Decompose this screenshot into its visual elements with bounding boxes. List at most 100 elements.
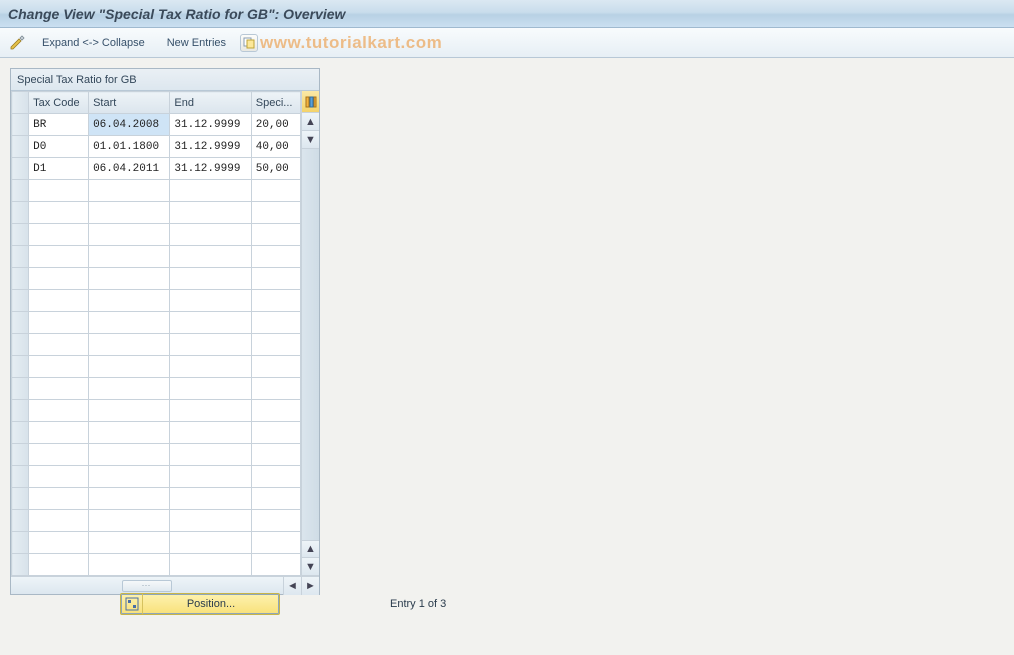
cell-end[interactable]: 31.12.9999 — [170, 114, 251, 136]
cell-start[interactable] — [89, 400, 170, 422]
cell-special[interactable] — [251, 268, 300, 290]
cell-special[interactable] — [251, 290, 300, 312]
cell-start[interactable] — [89, 422, 170, 444]
cell-special[interactable] — [251, 334, 300, 356]
cell-special[interactable] — [251, 466, 300, 488]
cell-start[interactable] — [89, 246, 170, 268]
col-header-tax-code[interactable]: Tax Code — [29, 92, 89, 114]
cell-end[interactable]: 31.12.9999 — [170, 158, 251, 180]
cell-start[interactable] — [89, 466, 170, 488]
cell-tax-code[interactable]: D0 — [29, 136, 89, 158]
cell-end[interactable] — [170, 180, 251, 202]
cell-start[interactable] — [89, 356, 170, 378]
row-selector[interactable] — [12, 554, 29, 576]
cell-tax-code[interactable] — [29, 356, 89, 378]
scroll-up-icon[interactable]: ▲ — [302, 113, 319, 131]
cell-end[interactable] — [170, 268, 251, 290]
cell-tax-code[interactable] — [29, 268, 89, 290]
cell-special[interactable] — [251, 422, 300, 444]
cell-end[interactable] — [170, 510, 251, 532]
cell-start[interactable] — [89, 532, 170, 554]
row-selector[interactable] — [12, 466, 29, 488]
row-selector[interactable] — [12, 400, 29, 422]
cell-tax-code[interactable]: D1 — [29, 158, 89, 180]
col-header-end[interactable]: End — [170, 92, 251, 114]
cell-end[interactable]: 31.12.9999 — [170, 136, 251, 158]
cell-end[interactable] — [170, 246, 251, 268]
cell-tax-code[interactable] — [29, 422, 89, 444]
scroll-track[interactable] — [302, 149, 319, 540]
row-selector[interactable] — [12, 224, 29, 246]
cell-special[interactable]: 50,00 — [251, 158, 300, 180]
cell-start[interactable] — [89, 444, 170, 466]
cell-start[interactable] — [89, 378, 170, 400]
cell-start[interactable] — [89, 180, 170, 202]
row-selector[interactable] — [12, 268, 29, 290]
cell-end[interactable] — [170, 224, 251, 246]
row-selector[interactable] — [12, 312, 29, 334]
cell-start[interactable] — [89, 290, 170, 312]
cell-special[interactable] — [251, 312, 300, 334]
row-selector[interactable] — [12, 334, 29, 356]
select-all-corner[interactable] — [12, 92, 29, 114]
cell-end[interactable] — [170, 312, 251, 334]
cell-start[interactable] — [89, 334, 170, 356]
row-selector[interactable] — [12, 422, 29, 444]
configure-columns-icon[interactable] — [302, 91, 319, 113]
cell-end[interactable] — [170, 488, 251, 510]
row-selector[interactable] — [12, 378, 29, 400]
cell-tax-code[interactable] — [29, 488, 89, 510]
cell-special[interactable] — [251, 444, 300, 466]
cell-special[interactable] — [251, 532, 300, 554]
cell-special[interactable] — [251, 224, 300, 246]
cell-end[interactable] — [170, 422, 251, 444]
cell-special[interactable] — [251, 202, 300, 224]
cell-special[interactable] — [251, 356, 300, 378]
row-selector[interactable] — [12, 290, 29, 312]
cell-tax-code[interactable] — [29, 334, 89, 356]
cell-special[interactable] — [251, 488, 300, 510]
cell-tax-code[interactable] — [29, 400, 89, 422]
cell-end[interactable] — [170, 400, 251, 422]
cell-tax-code[interactable] — [29, 202, 89, 224]
row-selector[interactable] — [12, 114, 29, 136]
row-selector[interactable] — [12, 158, 29, 180]
cell-special[interactable] — [251, 510, 300, 532]
cell-tax-code[interactable]: BR — [29, 114, 89, 136]
cell-start[interactable] — [89, 312, 170, 334]
cell-tax-code[interactable] — [29, 290, 89, 312]
cell-tax-code[interactable] — [29, 224, 89, 246]
change-mode-icon[interactable] — [8, 33, 28, 53]
cell-tax-code[interactable] — [29, 444, 89, 466]
cell-end[interactable] — [170, 334, 251, 356]
cell-start[interactable] — [89, 224, 170, 246]
cell-tax-code[interactable] — [29, 466, 89, 488]
scroll-up2-icon[interactable]: ▲ — [302, 540, 319, 558]
cell-end[interactable] — [170, 356, 251, 378]
cell-tax-code[interactable] — [29, 510, 89, 532]
row-selector[interactable] — [12, 488, 29, 510]
cell-special[interactable] — [251, 246, 300, 268]
cell-tax-code[interactable] — [29, 180, 89, 202]
row-selector[interactable] — [12, 136, 29, 158]
cell-tax-code[interactable] — [29, 246, 89, 268]
cell-special[interactable] — [251, 554, 300, 576]
cell-end[interactable] — [170, 290, 251, 312]
cell-end[interactable] — [170, 202, 251, 224]
cell-tax-code[interactable] — [29, 532, 89, 554]
cell-tax-code[interactable] — [29, 312, 89, 334]
scroll-down-icon[interactable]: ▼ — [302, 131, 319, 149]
position-button[interactable]: Position... — [120, 593, 280, 615]
scroll-down2-icon[interactable]: ▼ — [302, 558, 319, 576]
cell-start[interactable]: 06.04.2011 — [89, 158, 170, 180]
row-selector[interactable] — [12, 444, 29, 466]
cell-start[interactable] — [89, 202, 170, 224]
row-selector[interactable] — [12, 356, 29, 378]
cell-end[interactable] — [170, 466, 251, 488]
expand-collapse-button[interactable]: Expand <-> Collapse — [34, 32, 153, 54]
cell-special[interactable] — [251, 400, 300, 422]
scroll-right-icon[interactable]: ► — [301, 577, 319, 595]
cell-start[interactable] — [89, 488, 170, 510]
row-selector[interactable] — [12, 246, 29, 268]
copy-icon[interactable] — [240, 34, 258, 52]
